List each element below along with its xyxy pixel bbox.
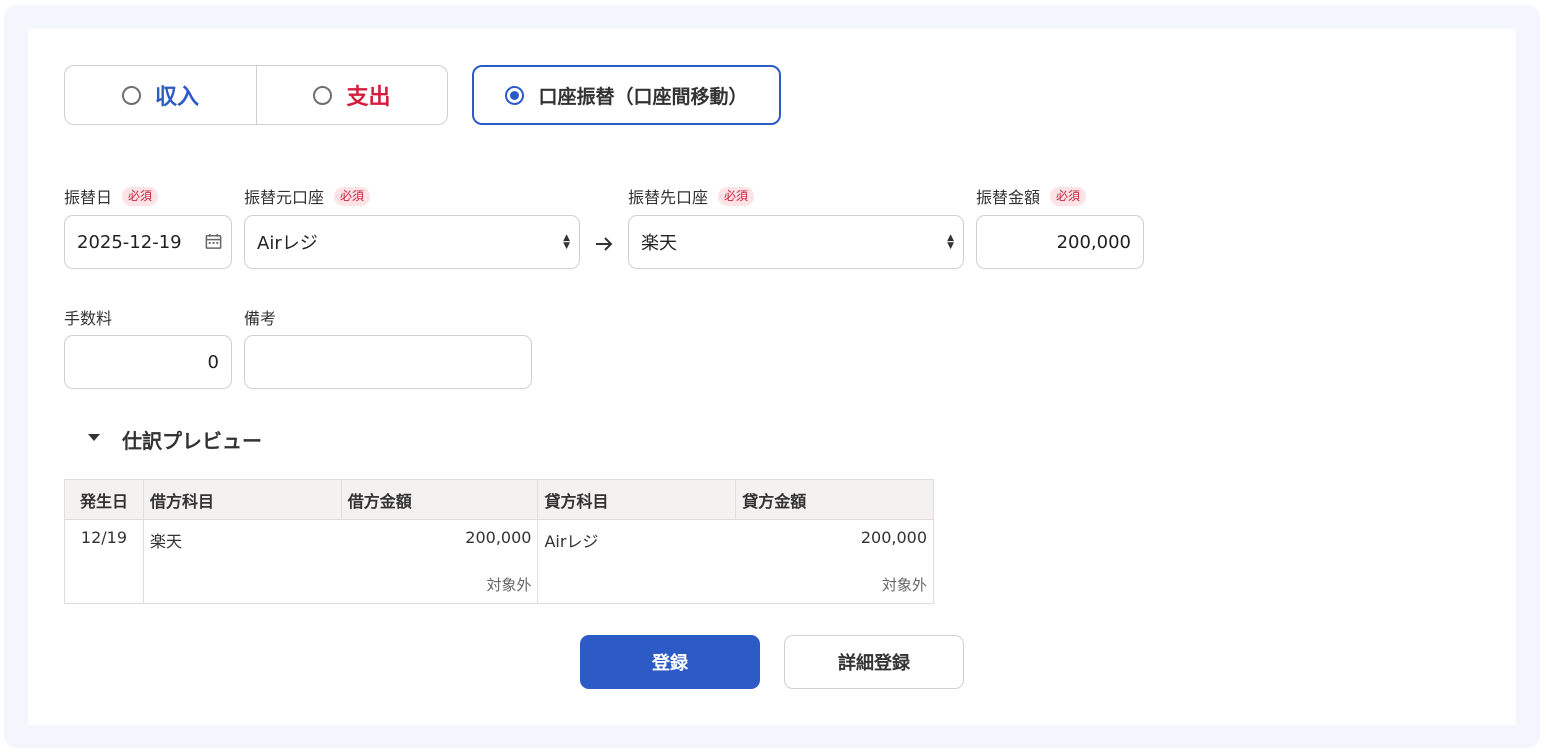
- required-badge: 必須: [1050, 186, 1087, 206]
- table-row: 12/19 楽天 200,000 対象外 Airレジ 200,000 対象外: [64, 519, 934, 604]
- fee-value: 0: [207, 351, 219, 373]
- radio-expense-icon[interactable]: [313, 85, 333, 105]
- fee-label: 手数料: [64, 309, 113, 328]
- required-badge: 必須: [718, 186, 755, 206]
- from-account-select[interactable]: Airレジ ▲ ▼: [244, 215, 580, 269]
- select-updown-icon: ▲ ▼: [947, 233, 954, 251]
- type-transfer-option[interactable]: 口座振替（口座間移動）: [472, 65, 781, 125]
- required-badge: 必須: [334, 186, 371, 206]
- type-expense-option[interactable]: 支出: [256, 65, 448, 125]
- memo-input[interactable]: [244, 335, 532, 389]
- to-account-select[interactable]: 楽天 ▲ ▼: [628, 215, 964, 269]
- detail-register-button[interactable]: 詳細登録: [784, 635, 964, 689]
- date-value: 2025-12-19: [77, 231, 182, 253]
- date-label-text: 振替日: [64, 188, 113, 207]
- select-updown-icon: ▲ ▼: [563, 233, 570, 251]
- calendar-icon[interactable]: [204, 232, 223, 251]
- header-debit-account: 借方科目: [142, 479, 342, 520]
- debit-tax: 対象外: [486, 576, 532, 594]
- from-account-value: Airレジ: [257, 233, 318, 254]
- header-credit-amount: 貸方金額: [735, 479, 934, 520]
- from-account-label-text: 振替元口座: [244, 188, 325, 207]
- type-income-option[interactable]: 収入: [64, 65, 257, 125]
- credit-account: Airレジ: [544, 532, 599, 551]
- arrow-right-icon: [596, 237, 613, 251]
- type-income-label: 収入: [154, 85, 199, 110]
- collapse-caret-icon[interactable]: [88, 434, 100, 441]
- credit-tax: 対象外: [881, 576, 927, 594]
- header-credit-account: 貸方科目: [537, 479, 737, 520]
- amount-label-text: 振替金額: [976, 188, 1041, 207]
- cell-date: 12/19: [64, 519, 144, 604]
- fee-input[interactable]: 0: [64, 335, 232, 389]
- amount-input[interactable]: 200,000: [976, 215, 1144, 269]
- radio-income-icon[interactable]: [121, 85, 141, 105]
- register-button[interactable]: 登録: [580, 635, 760, 689]
- to-account-label-text: 振替先口座: [628, 188, 709, 207]
- radio-transfer-icon[interactable]: [505, 85, 525, 105]
- header-date: 発生日: [64, 479, 144, 520]
- preview-title[interactable]: 仕訳プレビュー: [122, 425, 262, 454]
- from-account-label: 振替元口座 必須: [244, 184, 371, 208]
- type-transfer-label: 口座振替（口座間移動）: [538, 85, 748, 108]
- journal-preview-table: 発生日 借方科目 借方金額 貸方科目 貸方金額 12/19 楽天 200,000…: [64, 479, 934, 604]
- table-header-row: 発生日 借方科目 借方金額 貸方科目 貸方金額: [64, 479, 934, 520]
- amount-value: 200,000: [1056, 231, 1131, 253]
- date-input[interactable]: 2025-12-19: [64, 215, 232, 269]
- date-label: 振替日 必須: [64, 184, 159, 208]
- debit-account: 楽天: [149, 532, 182, 551]
- to-account-label: 振替先口座 必須: [628, 184, 755, 208]
- credit-amount: 200,000: [860, 528, 927, 547]
- debit-amount: 200,000: [465, 528, 532, 547]
- type-expense-label: 支出: [346, 85, 391, 110]
- cell-credit: Airレジ 200,000 対象外: [537, 519, 934, 604]
- memo-label: 備考: [244, 309, 277, 328]
- required-badge: 必須: [122, 186, 159, 206]
- to-account-value: 楽天: [641, 233, 677, 254]
- header-debit-amount: 借方金額: [340, 479, 539, 520]
- cell-debit: 楽天 200,000 対象外: [142, 519, 539, 604]
- amount-label: 振替金額 必須: [976, 184, 1087, 208]
